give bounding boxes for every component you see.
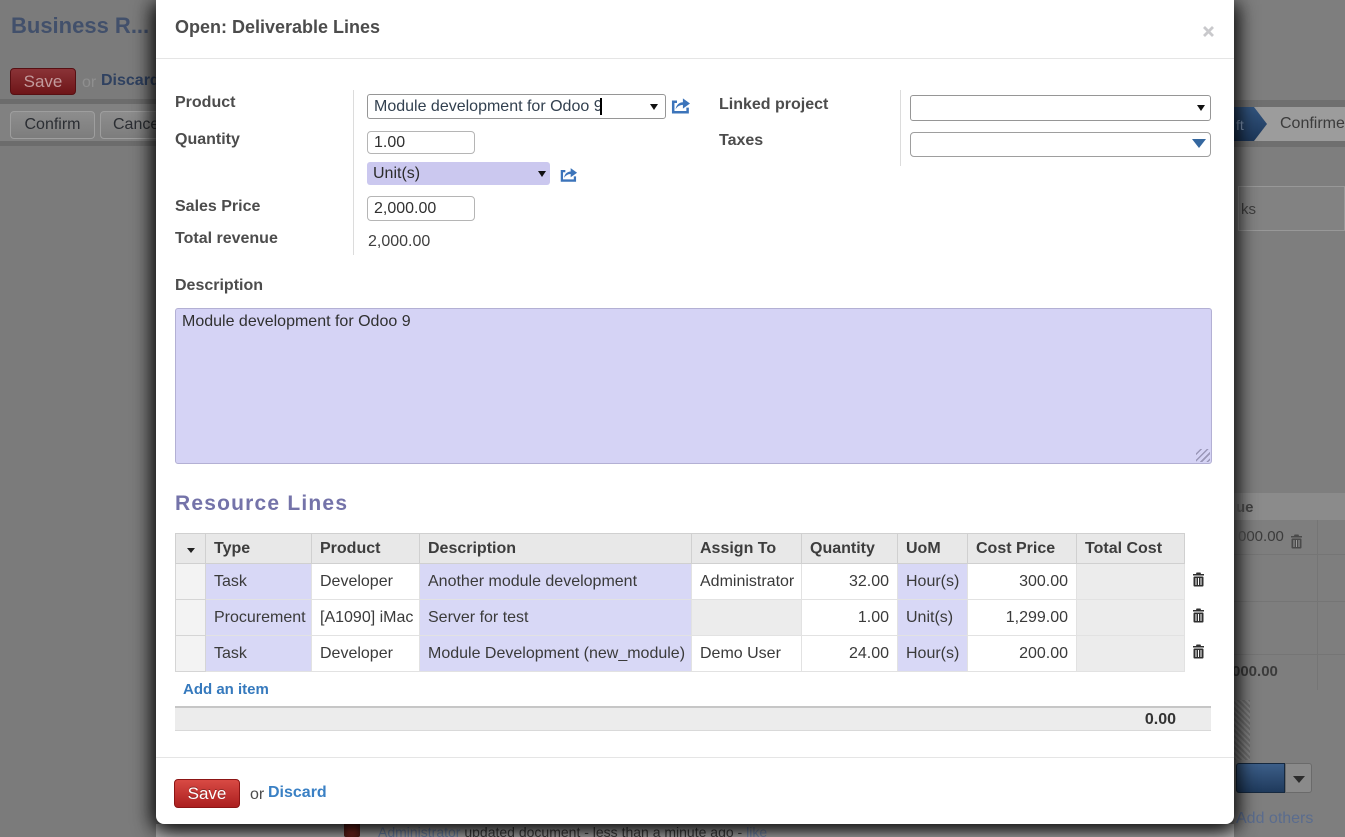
svg-text:ft: ft bbox=[1236, 117, 1244, 133]
